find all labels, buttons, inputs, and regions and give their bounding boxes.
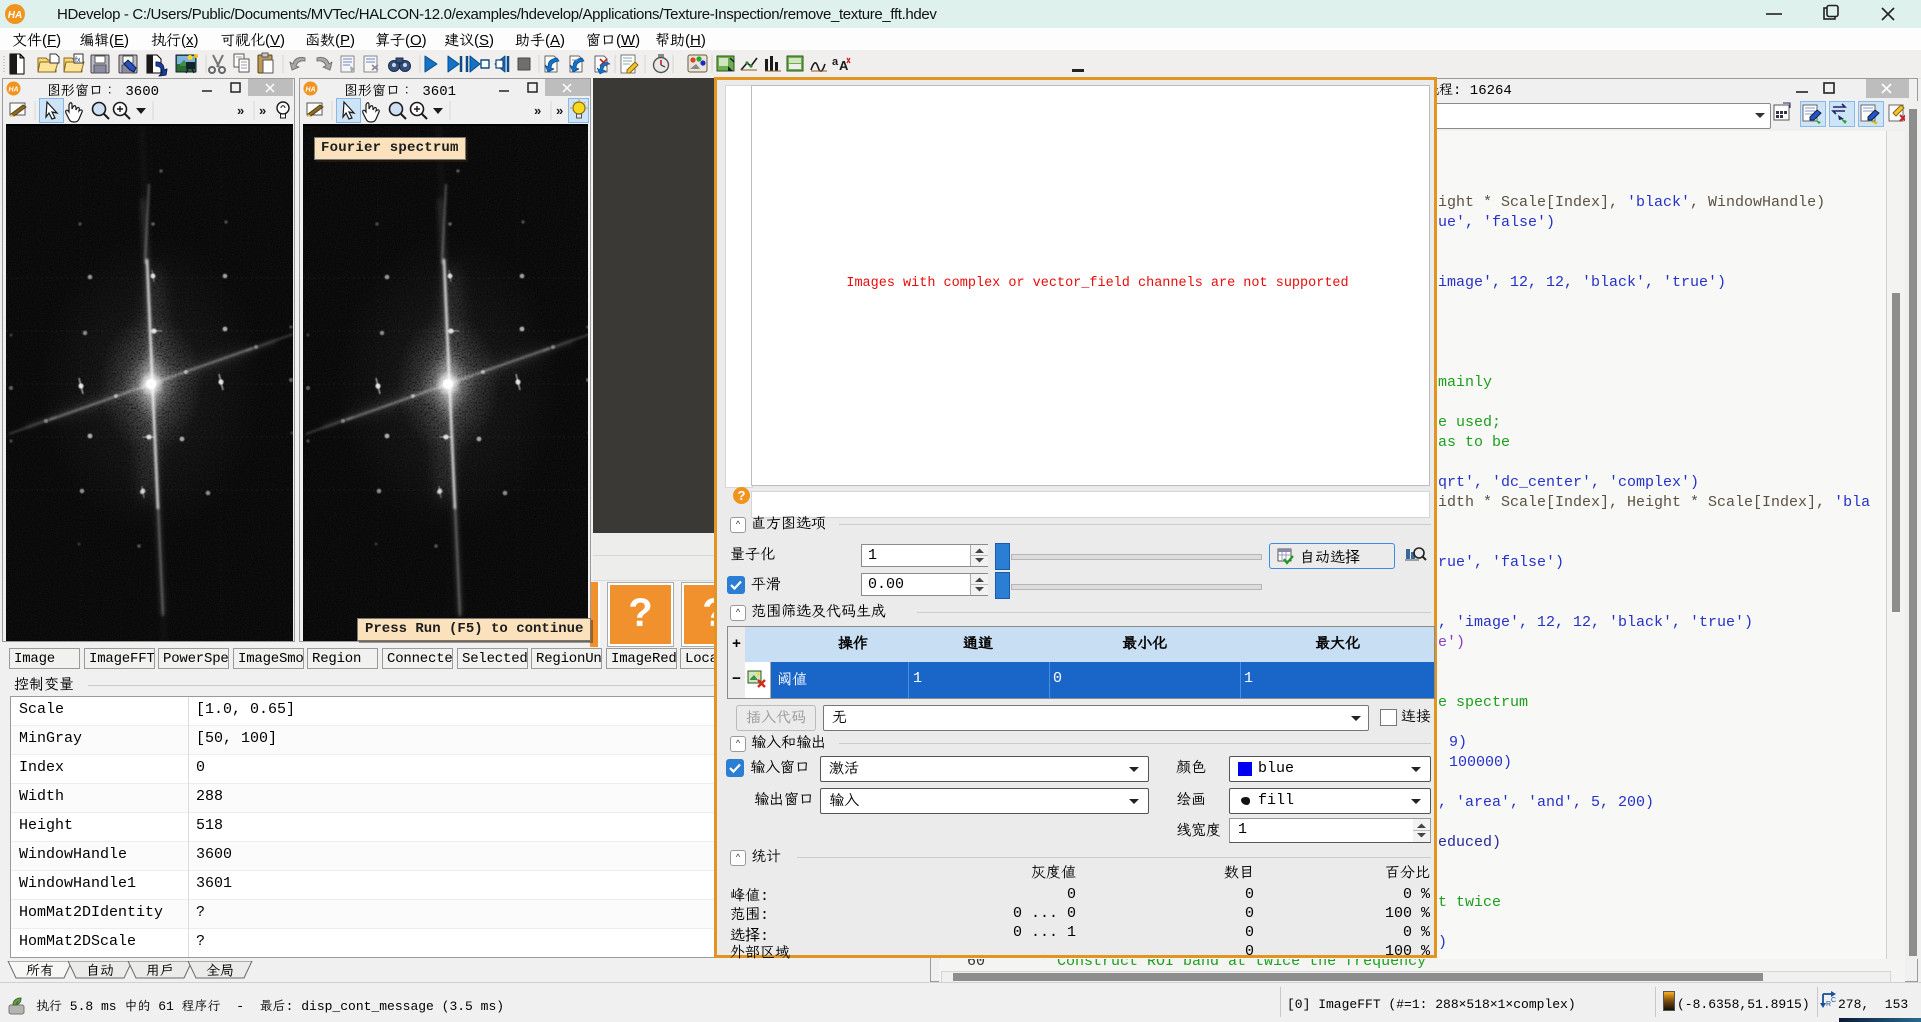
svg-text:»: » bbox=[259, 103, 266, 118]
svg-text:全局: 全局 bbox=[206, 961, 234, 979]
svg-text:fx: fx bbox=[75, 55, 81, 64]
svg-text:»: » bbox=[237, 103, 244, 118]
svg-text:»: » bbox=[534, 103, 541, 118]
svg-text:»: » bbox=[556, 103, 563, 118]
svg-text:a: a bbox=[832, 56, 839, 68]
svg-text:C: C bbox=[1831, 997, 1836, 1004]
svg-text:自动: 自动 bbox=[86, 961, 114, 979]
svg-text:用户: 用户 bbox=[146, 961, 174, 979]
svg-text:所有: 所有 bbox=[26, 961, 54, 979]
svg-text:A: A bbox=[839, 58, 849, 73]
svg-text:HA: HA bbox=[8, 10, 22, 21]
